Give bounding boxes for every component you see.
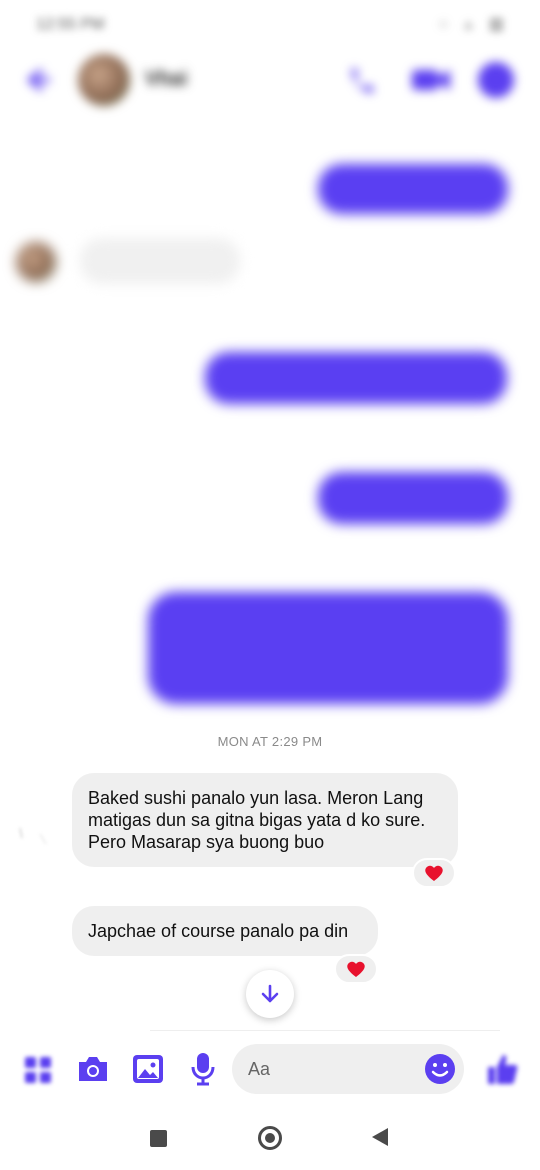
contact-avatar-small — [16, 242, 56, 282]
seen-indicator-icon — [16, 822, 56, 862]
outgoing-message[interactable] — [318, 164, 508, 214]
status-bar: 12:55 PM ◌ ▵ ▥ — [0, 0, 540, 50]
incoming-message[interactable] — [80, 238, 240, 284]
info-icon[interactable] — [478, 62, 514, 98]
arrow-down-icon — [261, 984, 279, 1003]
home-dot — [265, 1133, 275, 1143]
incoming-message[interactable]: Japchae of course panalo pa din — [72, 906, 378, 956]
divider — [150, 1030, 500, 1031]
timestamp: MON AT 2:29 PM — [217, 734, 323, 749]
camera-icon[interactable] — [76, 1054, 110, 1089]
incoming-message[interactable]: Baked sushi panalo yun lasa. Meron Lang … — [72, 773, 458, 867]
heart-reaction-icon[interactable] — [334, 954, 378, 984]
outgoing-message[interactable] — [205, 352, 507, 404]
system-navigation-bar — [0, 1108, 540, 1170]
messenger-chat-screen: 12:55 PM ◌ ▵ ▥ Vhai MON AT 2:29 PM Baked… — [0, 0, 540, 1170]
message-input[interactable]: Aa — [232, 1044, 464, 1094]
status-icons: ◌ ▵ ▥ — [438, 16, 510, 33]
video-call-icon[interactable] — [410, 64, 452, 96]
heart-reaction-icon[interactable] — [412, 858, 456, 888]
back-icon[interactable] — [372, 1128, 388, 1146]
blurred-thread — [0, 112, 540, 712]
contact-name[interactable]: Vhai — [145, 68, 187, 91]
menu-icon[interactable] — [24, 1056, 52, 1089]
scroll-to-bottom-button[interactable] — [246, 970, 294, 1018]
home-icon[interactable] — [258, 1126, 282, 1150]
phone-call-icon[interactable] — [345, 62, 381, 98]
thumbs-up-icon[interactable] — [486, 1052, 520, 1091]
back-arrow-icon[interactable] — [22, 64, 54, 96]
chat-header: Vhai — [0, 50, 540, 112]
outgoing-message[interactable] — [318, 472, 508, 524]
gallery-icon[interactable] — [132, 1054, 164, 1089]
message-composer: Aa — [0, 1040, 540, 1100]
recents-icon[interactable] — [150, 1130, 167, 1147]
emoji-icon[interactable] — [424, 1053, 456, 1085]
message-placeholder: Aa — [248, 1059, 271, 1079]
outgoing-message[interactable] — [148, 592, 508, 704]
contact-avatar[interactable] — [78, 54, 130, 106]
status-time: 12:55 PM — [36, 16, 105, 33]
mic-icon[interactable] — [190, 1052, 216, 1091]
